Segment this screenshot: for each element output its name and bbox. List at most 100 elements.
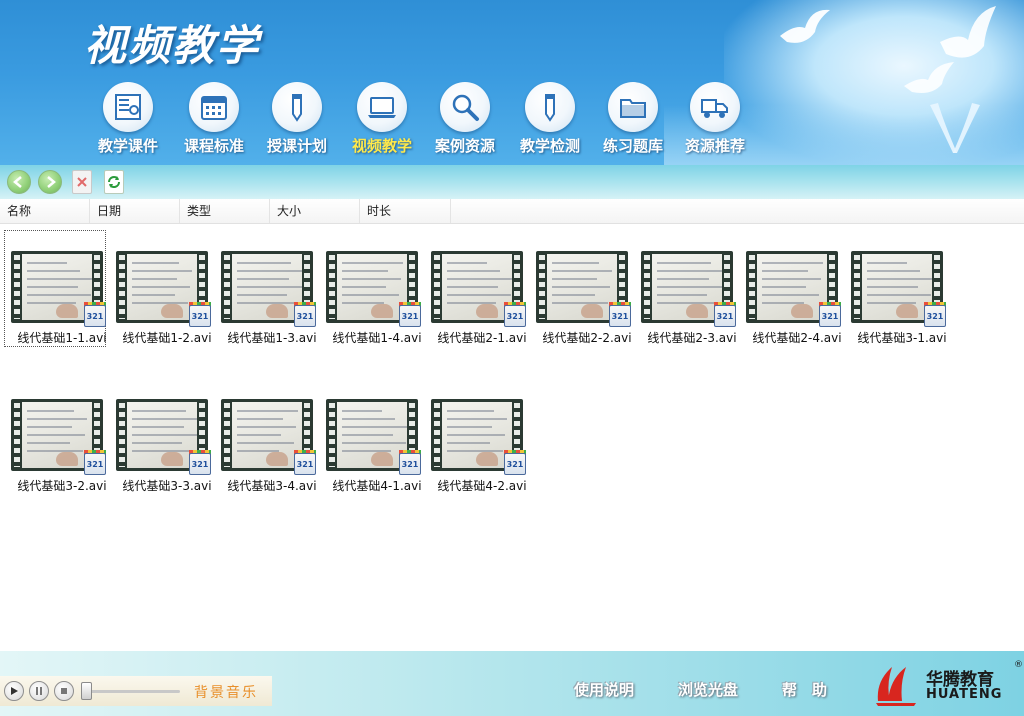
film-holes bbox=[119, 403, 125, 467]
video-file-item[interactable]: 321 线代基础1-1.avi bbox=[4, 225, 109, 347]
truck-icon bbox=[690, 82, 740, 132]
video-thumbnail: 321 bbox=[116, 399, 211, 475]
column-name[interactable]: 名称 bbox=[0, 199, 90, 223]
music-label: 背景音乐 bbox=[194, 685, 258, 701]
refresh-button[interactable] bbox=[104, 170, 124, 194]
video-file-item[interactable]: 321 线代基础3-3.avi bbox=[112, 373, 214, 495]
video-file-item[interactable]: 321 线代基础4-1.avi bbox=[322, 373, 424, 495]
file-name: 线代基础1-2.avi bbox=[122, 331, 212, 345]
back-button[interactable] bbox=[7, 170, 31, 194]
forward-icon bbox=[47, 176, 56, 188]
nav-label: 课程标准 bbox=[183, 137, 244, 155]
video-thumbnail: 321 bbox=[641, 251, 736, 327]
video-frame bbox=[547, 254, 617, 320]
nav-item-standard[interactable]: 课程标准 bbox=[173, 80, 255, 158]
delete-button[interactable] bbox=[72, 170, 92, 194]
hand-image bbox=[581, 304, 603, 318]
media-player-badge-icon: 321 bbox=[504, 305, 526, 327]
video-file-item[interactable]: 321 线代基础2-4.avi bbox=[742, 225, 844, 347]
pencil-icon bbox=[272, 82, 322, 132]
hand-image bbox=[371, 304, 393, 318]
hand-image bbox=[266, 452, 288, 466]
video-thumbnail: 321 bbox=[746, 251, 841, 327]
column-size[interactable]: 大小 bbox=[270, 199, 360, 223]
stop-icon bbox=[61, 688, 67, 694]
nav-item-plan[interactable]: 授课计划 bbox=[256, 80, 338, 158]
media-player-badge-icon: 321 bbox=[294, 305, 316, 327]
video-file-item[interactable]: 321 线代基础3-4.avi bbox=[217, 373, 319, 495]
nav-item-check[interactable]: 教学检测 bbox=[509, 80, 591, 158]
file-name: 线代基础2-3.avi bbox=[647, 331, 737, 345]
nav-label: 资源推荐 bbox=[684, 137, 745, 155]
video-thumbnail: 321 bbox=[431, 251, 526, 327]
video-frame bbox=[232, 402, 302, 468]
file-name: 线代基础3-1.avi bbox=[857, 331, 947, 345]
media-player-badge-icon: 321 bbox=[399, 453, 421, 475]
column-date[interactable]: 日期 bbox=[90, 199, 180, 223]
film-holes bbox=[434, 255, 440, 319]
nav-label: 案例资源 bbox=[434, 137, 495, 155]
video-thumbnail: 321 bbox=[221, 251, 316, 327]
nav-label: 授课计划 bbox=[266, 137, 327, 155]
stop-button[interactable] bbox=[54, 681, 74, 701]
column-type[interactable]: 类型 bbox=[180, 199, 270, 223]
video-file-item[interactable]: 321 线代基础2-3.avi bbox=[637, 225, 739, 347]
browse-disc-link[interactable]: 浏览光盘 bbox=[678, 679, 738, 700]
file-grid: 321 线代基础1-1.avi 321 线代基础1-2.avi 321 线代基础1-3.a… bbox=[0, 225, 1024, 650]
play-button[interactable] bbox=[4, 681, 24, 701]
video-thumbnail: 321 bbox=[431, 399, 526, 475]
exit-button[interactable] bbox=[896, 677, 970, 705]
dove-icon bbox=[904, 62, 954, 93]
volume-track[interactable] bbox=[84, 690, 180, 693]
nav-item-exercises[interactable]: 练习题库 bbox=[592, 80, 674, 158]
film-holes bbox=[329, 255, 335, 319]
film-holes bbox=[224, 403, 230, 467]
video-frame bbox=[127, 254, 197, 320]
nav-item-resources[interactable]: 资源推荐 bbox=[674, 80, 756, 158]
video-file-item[interactable]: 321 线代基础2-1.avi bbox=[427, 225, 529, 347]
video-frame bbox=[22, 402, 92, 468]
video-frame bbox=[337, 254, 407, 320]
file-name: 线代基础3-3.avi bbox=[122, 479, 212, 493]
media-player-badge-icon: 321 bbox=[609, 305, 631, 327]
hand-image bbox=[791, 304, 813, 318]
media-player-badge-icon: 321 bbox=[819, 305, 841, 327]
pause-button[interactable] bbox=[29, 681, 49, 701]
video-file-item[interactable]: 321 线代基础3-1.avi bbox=[847, 225, 949, 347]
forward-button[interactable] bbox=[38, 170, 62, 194]
volume-slider-knob[interactable] bbox=[81, 682, 92, 700]
media-player-badge-icon: 321 bbox=[189, 453, 211, 475]
nav-label: 视频教学 bbox=[351, 137, 412, 155]
column-duration[interactable]: 时长 bbox=[360, 199, 451, 223]
media-player-badge-icon: 321 bbox=[84, 305, 106, 327]
hand-image bbox=[56, 304, 78, 318]
film-holes bbox=[644, 255, 650, 319]
nav-label: 教学检测 bbox=[519, 137, 580, 155]
manual-link[interactable]: 使用说明 bbox=[574, 679, 634, 700]
video-file-item[interactable]: 321 线代基础1-3.avi bbox=[217, 225, 319, 347]
toolbar bbox=[0, 165, 1024, 199]
video-thumbnail: 321 bbox=[326, 251, 421, 327]
file-name: 线代基础2-1.avi bbox=[437, 331, 527, 345]
help-link[interactable]: 帮 助 bbox=[782, 679, 827, 700]
hand-image bbox=[266, 304, 288, 318]
hand-image bbox=[476, 304, 498, 318]
video-file-item[interactable]: 321 线代基础2-2.avi bbox=[532, 225, 634, 347]
video-frame bbox=[862, 254, 932, 320]
video-frame bbox=[442, 402, 512, 468]
courseware-icon bbox=[103, 82, 153, 132]
nav-item-courseware[interactable]: 教学课件 bbox=[87, 80, 169, 158]
music-player: 背景音乐 bbox=[0, 676, 272, 706]
video-file-item[interactable]: 321 线代基础3-2.avi bbox=[7, 373, 109, 495]
video-file-item[interactable]: 321 线代基础1-4.avi bbox=[322, 225, 424, 347]
nav-item-video[interactable]: 视频教学 bbox=[341, 80, 423, 158]
video-file-item[interactable]: 321 线代基础4-2.avi bbox=[427, 373, 529, 495]
file-name: 线代基础2-4.avi bbox=[752, 331, 842, 345]
file-name: 线代基础1-4.avi bbox=[332, 331, 422, 345]
video-file-item[interactable]: 321 线代基础1-2.avi bbox=[112, 225, 214, 347]
nav-item-cases[interactable]: 案例资源 bbox=[424, 80, 506, 158]
media-player-badge-icon: 321 bbox=[84, 453, 106, 475]
media-player-badge-icon: 321 bbox=[924, 305, 946, 327]
magnifier-icon bbox=[440, 82, 490, 132]
nav-label: 练习题库 bbox=[602, 137, 663, 155]
